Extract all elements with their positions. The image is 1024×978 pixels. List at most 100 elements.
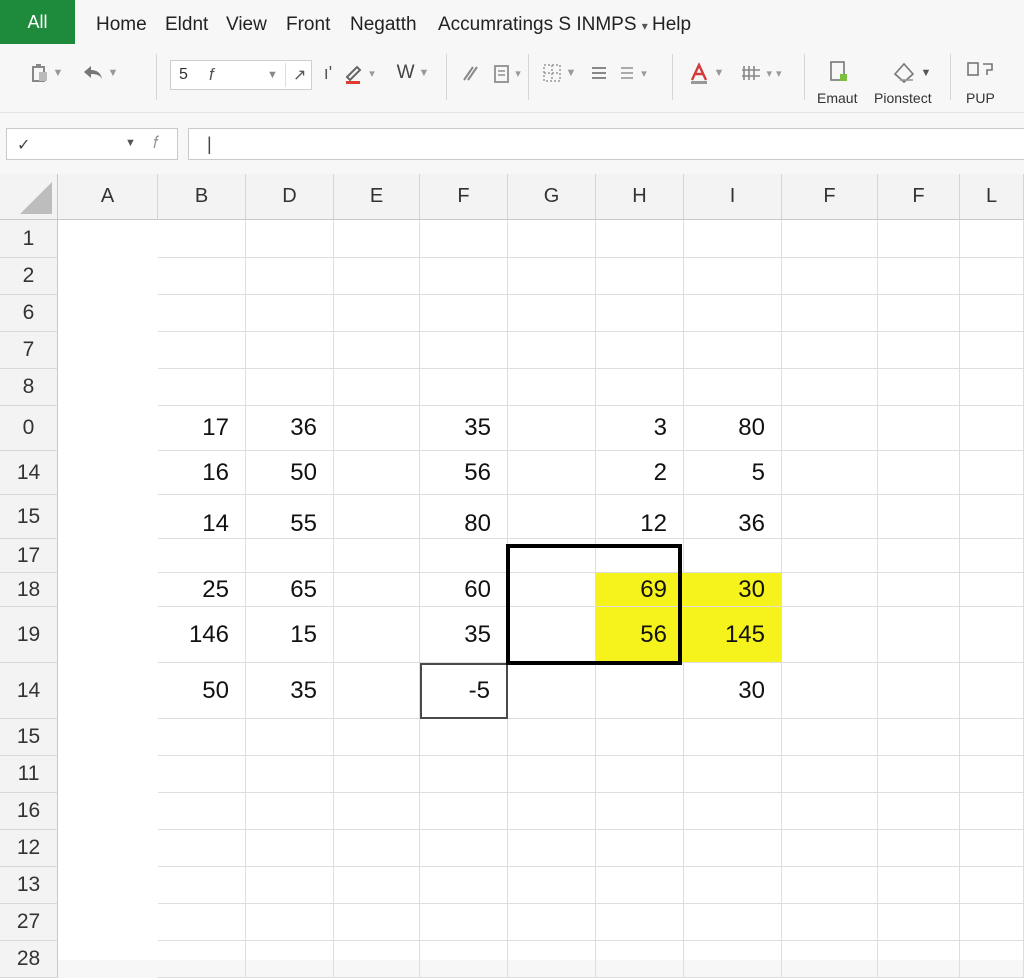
grid-cell[interactable] xyxy=(508,451,596,495)
undo-button[interactable]: ▼ xyxy=(76,56,124,90)
grid-cell[interactable] xyxy=(508,867,596,904)
grid-cell[interactable] xyxy=(960,756,1024,793)
grid-cell[interactable] xyxy=(960,607,1024,663)
bold-button[interactable]: W ▼ xyxy=(388,56,438,90)
grid-cell[interactable] xyxy=(960,295,1024,332)
column-header[interactable]: F xyxy=(420,174,508,220)
select-all-button[interactable] xyxy=(0,174,58,220)
grid-cell[interactable] xyxy=(960,258,1024,295)
grid-cell[interactable] xyxy=(596,332,684,369)
grid-cell[interactable]: -5 xyxy=(420,663,508,719)
grid-cell[interactable]: 50 xyxy=(246,451,334,495)
grid-cell[interactable] xyxy=(158,539,246,573)
grid-cell[interactable] xyxy=(684,332,782,369)
grid-cell[interactable]: 12 xyxy=(596,495,684,539)
row-header[interactable]: 15 xyxy=(0,719,58,756)
text-cursor-button[interactable]: ıʹ xyxy=(318,56,338,90)
grid-cell[interactable] xyxy=(596,830,684,867)
grid-cell[interactable]: 146 xyxy=(158,607,246,663)
grid-cell[interactable] xyxy=(246,830,334,867)
grid-cell[interactable]: 56 xyxy=(596,607,684,663)
grid-cell[interactable] xyxy=(878,332,960,369)
grid-cell[interactable] xyxy=(782,573,878,607)
row-header[interactable]: 15 xyxy=(0,495,58,539)
column-header[interactable]: G xyxy=(508,174,596,220)
grid-cell[interactable] xyxy=(782,539,878,573)
grid-cell[interactable] xyxy=(960,719,1024,756)
grid-cell[interactable] xyxy=(420,220,508,258)
grid-cell[interactable] xyxy=(158,756,246,793)
row-header[interactable]: 2 xyxy=(0,258,58,295)
grid-cell[interactable] xyxy=(878,756,960,793)
grid-cell[interactable] xyxy=(246,719,334,756)
grid-cell[interactable] xyxy=(596,258,684,295)
grid-cell[interactable] xyxy=(420,539,508,573)
column-header[interactable]: L xyxy=(960,174,1024,220)
name-box[interactable]: ✓ ▼ 𝑓 xyxy=(6,128,178,160)
grid-cell[interactable] xyxy=(782,451,878,495)
grid-cell[interactable] xyxy=(158,867,246,904)
font-selector[interactable]: 5 f ▼ ↗ xyxy=(170,60,312,90)
grid-cell[interactable] xyxy=(420,867,508,904)
grid-cell[interactable]: 3 xyxy=(596,406,684,451)
grid-cell[interactable] xyxy=(684,793,782,830)
grid-cell[interactable] xyxy=(420,830,508,867)
protect-button[interactable]: ▼ xyxy=(886,56,936,90)
grid-cell[interactable]: 2 xyxy=(596,451,684,495)
grid-cell[interactable] xyxy=(246,369,334,406)
menu-font[interactable]: Front xyxy=(286,14,330,36)
menu-accumratings[interactable]: Accumratings S INMPS ▾ xyxy=(438,14,648,36)
grid-cell[interactable] xyxy=(596,369,684,406)
grid-cell[interactable] xyxy=(508,607,596,663)
grid-cell[interactable] xyxy=(878,369,960,406)
grid-cell[interactable] xyxy=(158,830,246,867)
grid-cell[interactable]: 55 xyxy=(246,495,334,539)
grid-cell[interactable]: 16 xyxy=(158,451,246,495)
grid-cell[interactable] xyxy=(158,904,246,941)
grid-cell[interactable] xyxy=(960,573,1024,607)
column-header[interactable]: E xyxy=(334,174,420,220)
grid-cell[interactable] xyxy=(596,539,684,573)
grid-cell[interactable] xyxy=(684,295,782,332)
grid-cell[interactable] xyxy=(596,793,684,830)
row-header[interactable]: 16 xyxy=(0,793,58,830)
menu-home[interactable]: Home xyxy=(96,14,147,36)
grid-cell[interactable] xyxy=(878,406,960,451)
grid-cell[interactable] xyxy=(960,369,1024,406)
row-header[interactable]: 18 xyxy=(0,573,58,607)
menu-negatth[interactable]: Negatth xyxy=(350,14,417,36)
grid-cell[interactable] xyxy=(334,793,420,830)
grid-cell[interactable] xyxy=(782,793,878,830)
column-header[interactable]: F xyxy=(878,174,960,220)
grid-cell[interactable] xyxy=(878,663,960,719)
grid-cell[interactable] xyxy=(878,793,960,830)
grid-cell[interactable] xyxy=(782,369,878,406)
grid-cell[interactable] xyxy=(158,793,246,830)
grid-cell[interactable] xyxy=(960,793,1024,830)
grid-cell[interactable] xyxy=(420,295,508,332)
grid-cell[interactable] xyxy=(596,719,684,756)
grid-cell[interactable] xyxy=(334,607,420,663)
grid-cell[interactable]: 80 xyxy=(420,495,508,539)
grid-cell[interactable] xyxy=(878,867,960,904)
row-header[interactable]: 7 xyxy=(0,332,58,369)
grid-cell[interactable] xyxy=(246,220,334,258)
grid-cell[interactable] xyxy=(960,867,1024,904)
grid-cell[interactable] xyxy=(334,904,420,941)
grid-cell[interactable] xyxy=(878,904,960,941)
grid-cell[interactable] xyxy=(508,258,596,295)
menu-view[interactable]: View xyxy=(226,14,267,36)
column-header[interactable]: A xyxy=(58,174,158,220)
grid-cell[interactable] xyxy=(334,867,420,904)
grid-cell[interactable] xyxy=(420,756,508,793)
row-header[interactable]: 8 xyxy=(0,369,58,406)
grid-cell[interactable]: 56 xyxy=(420,451,508,495)
grid-cell[interactable] xyxy=(508,756,596,793)
grid-cell[interactable] xyxy=(596,904,684,941)
grid-cell[interactable] xyxy=(508,295,596,332)
font-color-button[interactable]: ▾ xyxy=(342,56,376,90)
grid-cell[interactable] xyxy=(246,904,334,941)
grid-cell[interactable] xyxy=(684,369,782,406)
row-header[interactable]: 11 xyxy=(0,756,58,793)
row-header[interactable]: 6 xyxy=(0,295,58,332)
